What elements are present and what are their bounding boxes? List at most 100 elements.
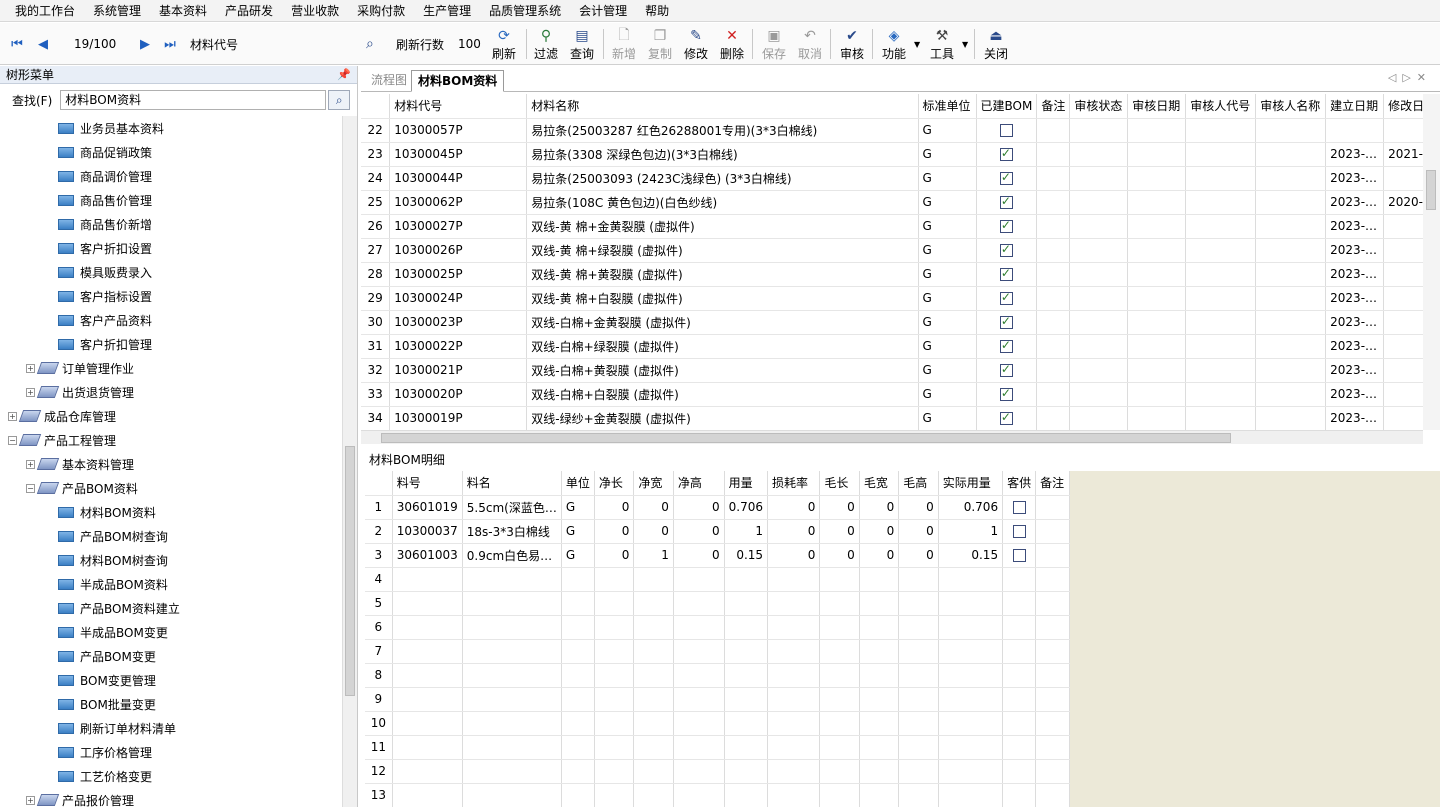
tree-node[interactable]: 商品调价管理 <box>58 164 152 188</box>
table-row[interactable]: 2610300027P双线-黄 棉+金黄裂膜 (虚拟件)G 2023-… <box>361 214 1440 239</box>
tab-scroll-right-icon[interactable]: ▷ <box>1402 71 1416 84</box>
tree-node[interactable]: 模具贩费录入 <box>58 260 152 284</box>
detail-row[interactable]: 3 30601003 0.9cm白色易… G 0 1 0 0.15 0 0 0 0 0.15 <box>365 543 1070 568</box>
expand-toggle-icon[interactable]: + <box>26 459 35 469</box>
bom-built-checkbox[interactable] <box>999 242 1013 257</box>
grid-hscroll-thumb[interactable] <box>381 433 1231 443</box>
bom-built-checkbox[interactable] <box>999 290 1013 305</box>
detail-column-header[interactable]: 净宽 <box>633 471 674 496</box>
tree-node[interactable]: − 产品工程管理 <box>8 428 116 452</box>
tree-node[interactable]: BOM变更管理 <box>58 668 156 692</box>
detail-column-header[interactable]: 毛宽 <box>859 471 900 496</box>
detail-column-header[interactable] <box>365 471 393 496</box>
tree-node[interactable]: 客户折扣设置 <box>58 236 152 260</box>
detail-column-header[interactable]: 客供 <box>1002 471 1037 496</box>
empty-detail-row[interactable]: 8 <box>365 663 1070 688</box>
bom-built-checkbox[interactable] <box>999 146 1013 161</box>
pin-icon[interactable]: 📌 <box>337 68 351 81</box>
bom-built-checkbox[interactable] <box>999 170 1013 185</box>
tree-search-input[interactable]: 材料BOM资料 <box>60 90 327 110</box>
tab-scroll-left-icon[interactable]: ◁ <box>1388 71 1402 84</box>
expand-toggle-icon[interactable]: + <box>26 363 35 373</box>
column-header[interactable]: 标准单位 <box>918 94 977 119</box>
table-row[interactable]: 3010300023P双线-白棉+金黄裂膜 (虚拟件)G 2023-… <box>361 310 1440 335</box>
tree-scrollbar[interactable] <box>342 116 357 807</box>
tree-node[interactable]: BOM批量变更 <box>58 692 156 716</box>
tree-node[interactable]: 业务员基本资料 <box>58 116 164 140</box>
grid-vertical-scrollbar[interactable] <box>1423 94 1440 430</box>
tab-flowchart[interactable]: 流程图 <box>365 70 413 92</box>
bom-built-checkbox[interactable] <box>999 124 1013 137</box>
tree-node[interactable]: 工艺价格变更 <box>58 764 152 788</box>
tree-node[interactable]: 客户折扣管理 <box>58 332 152 356</box>
tree-node[interactable]: 刷新订单材料清单 <box>58 716 176 740</box>
menu-sales[interactable]: 营业收款 <box>282 0 348 22</box>
table-row[interactable]: 3110300022P双线-白棉+绿裂膜 (虚拟件)G 2023-… <box>361 334 1440 359</box>
menu-quality[interactable]: 品质管理系统 <box>480 0 570 22</box>
empty-detail-row[interactable]: 10 <box>365 711 1070 736</box>
menu-workbench[interactable]: 我的工作台 <box>6 0 84 22</box>
tree-node[interactable]: + 成品仓库管理 <box>8 404 116 428</box>
menu-basic-data[interactable]: 基本资料 <box>150 0 216 22</box>
empty-detail-row[interactable]: 13 <box>365 783 1070 807</box>
tree-node[interactable]: + 出货退货管理 <box>26 380 134 404</box>
filter-button[interactable]: ⚲ 过滤 <box>528 25 564 63</box>
last-record-icon[interactable]: ⏭ <box>163 37 177 52</box>
detail-column-header[interactable]: 损耗率 <box>767 471 821 496</box>
close-button[interactable]: ⏏ 关闭 <box>978 25 1014 63</box>
detail-column-header[interactable]: 毛长 <box>819 471 860 496</box>
column-header[interactable]: 材料名称 <box>526 94 919 119</box>
detail-column-header[interactable]: 净高 <box>673 471 725 496</box>
tree-node[interactable]: 半成品BOM资料 <box>58 572 168 596</box>
table-row[interactable]: 24 10300044P 易拉条(25003093 (2423C浅绿色) (3*3白… <box>361 166 1440 191</box>
bom-built-checkbox[interactable] <box>999 338 1013 353</box>
tab-close-icon[interactable]: ✕ <box>1417 71 1432 84</box>
empty-detail-row[interactable]: 12 <box>365 759 1070 784</box>
empty-detail-row[interactable]: 7 <box>365 639 1070 664</box>
column-header[interactable]: 建立日期 <box>1325 94 1385 119</box>
tree-node[interactable]: 客户指标设置 <box>58 284 152 308</box>
customer-supplied-checkbox[interactable] <box>1012 525 1026 538</box>
tree-node[interactable]: 产品BOM变更 <box>58 644 156 668</box>
bom-built-checkbox[interactable] <box>999 218 1013 233</box>
tools-button[interactable]: ⚒ 工具 <box>924 25 960 63</box>
bom-built-checkbox[interactable] <box>999 314 1013 329</box>
menu-purchase[interactable]: 采购付款 <box>348 0 414 22</box>
detail-column-header[interactable]: 净长 <box>594 471 635 496</box>
empty-detail-row[interactable]: 9 <box>365 687 1070 712</box>
tree-node[interactable]: + 订单管理作业 <box>26 356 134 380</box>
detail-column-header[interactable]: 实际用量 <box>938 471 1004 496</box>
refresh-button[interactable]: ⟳ 刷新 <box>486 25 522 63</box>
table-row[interactable]: 3410300019P双线-绿纱+金黄裂膜 (虚拟件)G 2023-… <box>361 406 1440 430</box>
tree-scroll-thumb[interactable] <box>345 446 355 696</box>
collapse-toggle-icon[interactable]: − <box>26 483 35 493</box>
grid-vscroll-thumb[interactable] <box>1426 170 1436 210</box>
edit-button[interactable]: ✎ 修改 <box>678 25 714 63</box>
tree-node[interactable]: 产品BOM资料建立 <box>58 596 180 620</box>
function-button[interactable]: ◈ 功能 <box>876 25 912 63</box>
detail-column-header[interactable]: 料号 <box>392 471 463 496</box>
expand-toggle-icon[interactable]: + <box>26 387 35 397</box>
tree-node[interactable]: 产品BOM树查询 <box>58 524 168 548</box>
bom-built-checkbox[interactable] <box>999 386 1013 401</box>
refresh-rows-value[interactable]: 100 <box>458 37 481 51</box>
tree-node[interactable]: 商品售价新增 <box>58 212 152 236</box>
table-row[interactable]: 2910300024P双线-黄 棉+白裂膜 (虚拟件)G 2023-… <box>361 286 1440 311</box>
tree-node[interactable]: 客户产品资料 <box>58 308 152 332</box>
tree-node[interactable]: 工序价格管理 <box>58 740 152 764</box>
expand-toggle-icon[interactable]: + <box>26 795 35 805</box>
query-button[interactable]: ▤ 查询 <box>564 25 600 63</box>
table-row[interactable]: 2810300025P双线-黄 棉+黄裂膜 (虚拟件)G 2023-… <box>361 262 1440 287</box>
column-header[interactable]: 审核人代号 <box>1185 94 1257 119</box>
table-row[interactable]: 3310300020P双线-白棉+白裂膜 (虚拟件)G 2023-… <box>361 382 1440 407</box>
detail-column-header[interactable]: 单位 <box>561 471 595 496</box>
column-header[interactable]: 材料代号 <box>389 94 528 119</box>
tree-node[interactable]: + 基本资料管理 <box>26 452 134 476</box>
bom-built-checkbox[interactable] <box>999 266 1013 281</box>
grid-horizontal-scrollbar[interactable] <box>361 430 1423 444</box>
customer-supplied-checkbox[interactable] <box>1012 549 1026 562</box>
function-dropdown-icon[interactable]: ▼ <box>914 40 920 49</box>
tree-node[interactable]: 半成品BOM变更 <box>58 620 168 644</box>
column-header[interactable]: 审核状态 <box>1069 94 1129 119</box>
audit-button[interactable]: ✔ 审核 <box>834 25 870 63</box>
